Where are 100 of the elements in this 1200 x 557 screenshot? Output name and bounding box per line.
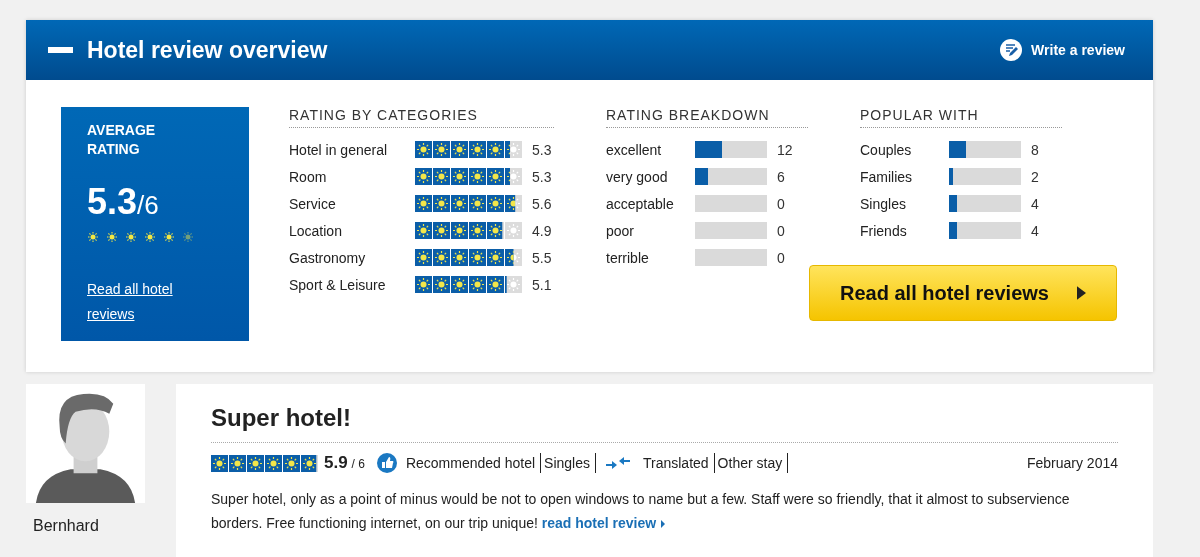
review-tag: Recommended hotel — [402, 453, 542, 473]
rating-label: terrible — [606, 249, 650, 266]
sun-icon — [182, 231, 194, 243]
rating-bar — [695, 249, 767, 266]
sun-icon — [106, 231, 118, 243]
traveler-type-label: Singles — [860, 195, 907, 212]
category-label: Gastronomy — [289, 249, 367, 266]
panel-title: Hotel review overview — [87, 36, 329, 64]
sun-rating-icon — [433, 195, 450, 212]
sun-rating-icon — [469, 249, 486, 266]
review-tag: Other stay — [714, 453, 789, 473]
rating-label: acceptable — [606, 195, 675, 212]
sun-rating-icon — [469, 222, 486, 239]
sun-rating-icon — [415, 222, 432, 239]
write-review-link[interactable]: Write a review — [1000, 39, 1125, 61]
category-label: Sport & Leisure — [289, 276, 387, 293]
rating-count: 0 — [777, 222, 785, 239]
sun-rating-icon — [415, 276, 432, 293]
review-title: Super hotel! — [211, 404, 1118, 443]
sun-rating-icon — [469, 141, 486, 158]
category-label: Location — [289, 222, 343, 239]
sun-rating-icon — [415, 249, 432, 266]
section-heading: POPULAR WITH — [860, 107, 1062, 128]
sun-rating-icon — [451, 168, 468, 185]
average-rating-label: AVERAGE RATING — [87, 121, 157, 159]
sun-rating-icon — [265, 454, 282, 472]
read-all-reviews-link[interactable]: Read all hotel reviews — [87, 277, 223, 327]
sun-rating-icon — [451, 222, 468, 239]
sun-rating-icon — [505, 141, 522, 158]
sun-rating-icon — [469, 195, 486, 212]
sun-rating-icon — [433, 249, 450, 266]
rating-bar — [695, 222, 767, 239]
sun-rating-icon — [505, 276, 522, 293]
section-heading: RATING BREAKDOWN — [606, 107, 808, 128]
read-all-reviews-button[interactable]: Read all hotel reviews — [809, 265, 1117, 321]
sun-rating-icon — [451, 276, 468, 293]
sun-rating-icon — [505, 249, 522, 266]
rating-count: 0 — [777, 195, 785, 212]
read-review-link[interactable]: read hotel review — [541, 515, 666, 531]
category-score: 5.1 — [532, 276, 552, 293]
rating-count: 0 — [777, 249, 785, 266]
sun-rating-icon — [415, 168, 432, 185]
category-score: 4.9 — [532, 222, 552, 239]
sun-rating-icon — [415, 195, 432, 212]
traveler-type-label: Families — [860, 168, 914, 185]
sun-rating-icon — [487, 249, 504, 266]
sun-icon — [87, 231, 99, 243]
swap-arrows-icon — [606, 456, 630, 470]
thumbs-up-icon — [376, 453, 397, 473]
sun-rating-icon — [433, 141, 450, 158]
sun-rating-icon — [469, 168, 486, 185]
author-name: Bernhard — [33, 517, 100, 535]
collapse-icon[interactable] — [48, 47, 73, 53]
sun-rating-icon — [469, 276, 486, 293]
traveler-type-label: Couples — [860, 141, 913, 158]
sun-rating-icon — [451, 141, 468, 158]
traveler-count: 8 — [1031, 141, 1039, 158]
sun-rating-icon — [301, 454, 318, 472]
sun-icon — [144, 231, 156, 243]
pencil-icon — [1000, 39, 1023, 61]
sun-rating-icon — [451, 195, 468, 212]
traveler-count: 2 — [1031, 168, 1039, 185]
sun-rating-icon — [433, 168, 450, 185]
rating-label: excellent — [606, 141, 663, 158]
sun-rating-icon — [505, 222, 522, 239]
rating-count: 12 — [777, 141, 793, 158]
sun-rating-icon — [505, 195, 522, 212]
category-score: 5.3 — [532, 141, 552, 158]
sun-rating-icon — [211, 454, 228, 472]
review-score: 5.9 / 6 — [324, 453, 365, 473]
sun-rating-icon — [487, 195, 504, 212]
traveler-count: 4 — [1031, 222, 1039, 239]
rating-label: poor — [606, 222, 636, 239]
review-tag: Translated — [640, 453, 715, 473]
rating-label: very good — [606, 168, 669, 185]
category-score: 5.5 — [532, 249, 552, 266]
review-text: Super hotel, only as a point of minus would be not to open windows to name but a few. Staff were so friendly, that it almost to subservience borders. Free functioning internet, on our trip unique! read hotel review — [211, 490, 1071, 533]
caret-icon — [661, 520, 666, 528]
traveler-type-label: Friends — [860, 222, 908, 239]
sun-rating-icon — [487, 222, 504, 239]
review-tag: Singles — [541, 453, 596, 473]
sun-rating-icon — [487, 276, 504, 293]
category-label: Service — [289, 195, 337, 212]
sun-rating-icon — [433, 222, 450, 239]
sun-icon — [125, 231, 137, 243]
sun-rating-icon — [505, 168, 522, 185]
category-score: 5.3 — [532, 168, 552, 185]
sun-rating-icon — [415, 141, 432, 158]
sun-rating-icon — [247, 454, 264, 472]
category-label: Hotel in general — [289, 141, 389, 158]
review-date: February 2014 — [1026, 455, 1118, 471]
sun-rating-icon — [229, 454, 246, 472]
sun-icon — [163, 231, 175, 243]
traveler-count: 4 — [1031, 195, 1039, 212]
average-score: 5.3/6 — [87, 181, 160, 223]
sun-rating-icon — [283, 454, 300, 472]
sun-rating-icon — [433, 276, 450, 293]
caret-icon — [1077, 286, 1086, 300]
category-label: Room — [289, 168, 328, 185]
rating-bar — [695, 195, 767, 212]
